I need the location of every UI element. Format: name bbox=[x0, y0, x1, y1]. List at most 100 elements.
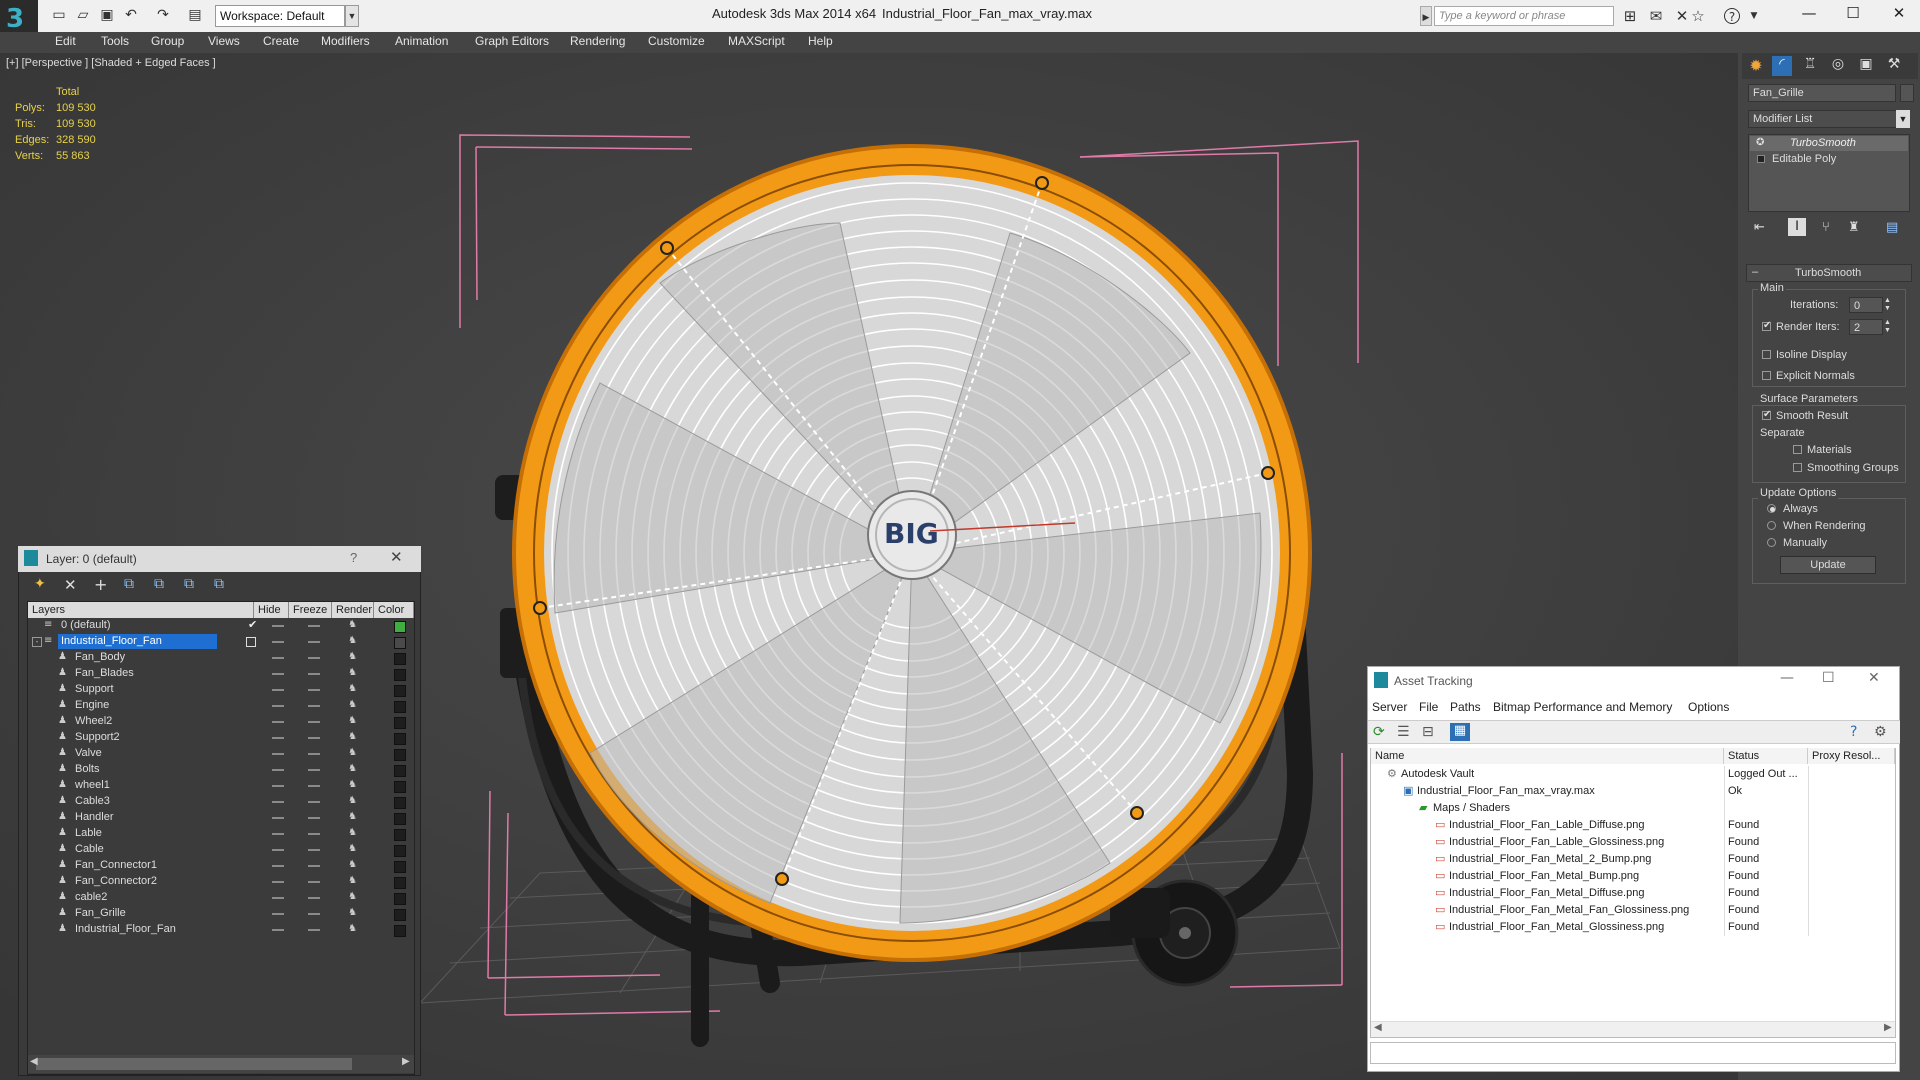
layer-row[interactable]: ♟ cable2 ♞ bbox=[28, 890, 414, 906]
layer-close-button[interactable]: ✕ bbox=[390, 548, 403, 566]
asset-menu-paths[interactable]: Paths bbox=[1450, 700, 1481, 714]
layer-color-swatch[interactable] bbox=[394, 717, 406, 729]
menu-graph-editors[interactable]: Graph Editors bbox=[475, 34, 549, 48]
layer-row[interactable]: ♟ Handler ♞ bbox=[28, 810, 414, 826]
layer-name[interactable]: Cable3 bbox=[72, 794, 110, 809]
show-end-result-icon[interactable]: Ⅰ bbox=[1788, 218, 1806, 236]
menu-group[interactable]: Group bbox=[151, 34, 184, 48]
layer-row[interactable]: ♟ Fan_Grille ♞ bbox=[28, 906, 414, 922]
table-view-icon[interactable]: ▦ bbox=[1450, 723, 1470, 741]
render-teapot-icon[interactable]: ♞ bbox=[348, 844, 358, 854]
hide-toggle[interactable] bbox=[272, 817, 284, 819]
add-to-layer-icon[interactable]: + bbox=[94, 575, 107, 594]
hide-toggle[interactable] bbox=[272, 737, 284, 739]
hide-toggle[interactable] bbox=[272, 721, 284, 723]
menu-tools[interactable]: Tools bbox=[101, 34, 129, 48]
layer-color-swatch[interactable] bbox=[394, 637, 406, 649]
render-iters-spinner[interactable]: 2 bbox=[1849, 319, 1883, 335]
layer-color-swatch[interactable] bbox=[394, 877, 406, 889]
layer-color-swatch[interactable] bbox=[394, 909, 406, 921]
layer-name[interactable]: Bolts bbox=[72, 762, 99, 777]
set-current-layer-box[interactable] bbox=[246, 637, 256, 647]
scroll-left-icon[interactable]: ◀ bbox=[1374, 1022, 1382, 1033]
freeze-toggle[interactable] bbox=[308, 673, 320, 675]
asset-row[interactable]: ⚙ Autodesk Vault Logged Out ... bbox=[1371, 766, 1895, 783]
render-teapot-icon[interactable]: ♞ bbox=[348, 876, 358, 886]
asset-maximize-button[interactable]: ☐ bbox=[1822, 670, 1835, 686]
create-tab-icon[interactable]: ✹ bbox=[1746, 56, 1766, 76]
render-teapot-icon[interactable]: ♞ bbox=[348, 636, 358, 646]
freeze-toggle[interactable] bbox=[308, 641, 320, 643]
layer-row[interactable]: ♟ Industrial_Floor_Fan ♞ bbox=[28, 922, 414, 938]
layer-color-swatch[interactable] bbox=[394, 669, 406, 681]
freeze-toggle[interactable] bbox=[308, 689, 320, 691]
freeze-toggle[interactable] bbox=[308, 929, 320, 931]
asset-menu-server[interactable]: Server bbox=[1372, 700, 1407, 714]
asset-path-field[interactable] bbox=[1370, 1042, 1896, 1064]
layer-name[interactable]: Fan_Connector2 bbox=[72, 874, 157, 889]
hide-toggle[interactable] bbox=[272, 769, 284, 771]
layer-color-swatch[interactable] bbox=[394, 621, 406, 633]
menu-animation[interactable]: Animation bbox=[395, 34, 448, 48]
layer-name[interactable]: Industrial_Floor_Fan bbox=[72, 922, 176, 937]
workspace-dropdown[interactable]: Workspace: Default bbox=[215, 5, 345, 27]
make-unique-icon[interactable]: ⑂ bbox=[1822, 220, 1830, 235]
favorites-star-icon[interactable]: ☆ bbox=[1688, 6, 1708, 26]
hide-toggle[interactable] bbox=[272, 865, 284, 867]
help-dropdown-icon[interactable]: ▼ bbox=[1744, 6, 1764, 26]
freeze-unfreeze-all-icon[interactable]: ⧉ bbox=[214, 576, 224, 592]
asset-row[interactable]: ▭ Industrial_Floor_Fan_Metal_Glossiness.p… bbox=[1371, 919, 1895, 936]
freeze-toggle[interactable] bbox=[308, 769, 320, 771]
scrollbar-thumb[interactable] bbox=[36, 1058, 352, 1070]
asset-row[interactable]: ▭ Industrial_Floor_Fan_Lable_Diffuse.png F… bbox=[1371, 817, 1895, 834]
render-iters-checkbox[interactable] bbox=[1762, 320, 1771, 331]
delete-layer-icon[interactable]: ✕ bbox=[64, 576, 77, 594]
render-teapot-icon[interactable]: ♞ bbox=[348, 652, 358, 662]
layer-name[interactable]: 0 (default) bbox=[58, 618, 111, 633]
freeze-toggle[interactable] bbox=[308, 721, 320, 723]
configure-modifier-sets-icon[interactable]: ▤ bbox=[1886, 220, 1898, 235]
chevron-down-icon[interactable]: ▼ bbox=[1896, 110, 1910, 128]
layer-color-swatch[interactable] bbox=[394, 685, 406, 697]
layer-color-swatch[interactable] bbox=[394, 813, 406, 825]
hide-unhide-all-icon[interactable]: ⧉ bbox=[184, 576, 194, 592]
layer-color-swatch[interactable] bbox=[394, 701, 406, 713]
name-column-header[interactable]: Name bbox=[1371, 748, 1724, 764]
asset-row[interactable]: ▣ Industrial_Floor_Fan_max_vray.max Ok bbox=[1371, 783, 1895, 800]
freeze-toggle[interactable] bbox=[308, 801, 320, 803]
modify-tab-icon[interactable]: ◜ bbox=[1772, 56, 1792, 76]
minimize-button[interactable]: — bbox=[1786, 0, 1832, 28]
freeze-toggle[interactable] bbox=[308, 817, 320, 819]
layer-name[interactable]: wheel1 bbox=[72, 778, 110, 793]
render-teapot-icon[interactable]: ♞ bbox=[348, 668, 358, 678]
project-folder-icon[interactable]: ▤ bbox=[186, 6, 204, 24]
save-file-icon[interactable]: ▣ bbox=[98, 6, 116, 24]
layer-row[interactable]: ♟ Support ♞ bbox=[28, 682, 414, 698]
motion-tab-icon[interactable]: ◎ bbox=[1828, 56, 1848, 76]
render-teapot-icon[interactable]: ♞ bbox=[348, 716, 358, 726]
hide-toggle[interactable] bbox=[272, 833, 284, 835]
layer-name[interactable]: Support bbox=[72, 682, 114, 697]
hide-column-header[interactable]: Hide bbox=[254, 602, 289, 618]
current-layer-check-icon[interactable]: ✔ bbox=[248, 618, 257, 631]
layer-name[interactable]: Engine bbox=[72, 698, 109, 713]
iterations-spinner[interactable]: 0 bbox=[1849, 297, 1883, 313]
freeze-column-header[interactable]: Freeze bbox=[289, 602, 332, 618]
freeze-toggle[interactable] bbox=[308, 785, 320, 787]
layer-row[interactable]: ♟ Lable ♞ bbox=[28, 826, 414, 842]
freeze-toggle[interactable] bbox=[308, 625, 320, 627]
asset-help-icon[interactable]: ? bbox=[1850, 724, 1857, 740]
layer-name[interactable]: Fan_Grille bbox=[72, 906, 126, 921]
layer-color-swatch[interactable] bbox=[394, 861, 406, 873]
hide-toggle[interactable] bbox=[272, 641, 284, 643]
layer-color-swatch[interactable] bbox=[394, 733, 406, 745]
hide-toggle[interactable] bbox=[272, 753, 284, 755]
asset-menu-bitmap-performance[interactable]: Bitmap Performance and Memory bbox=[1493, 700, 1672, 714]
freeze-toggle[interactable] bbox=[308, 913, 320, 915]
manually-radio[interactable] bbox=[1767, 538, 1776, 547]
help-icon[interactable]: ? bbox=[1724, 8, 1740, 24]
render-teapot-icon[interactable]: ♞ bbox=[348, 748, 358, 758]
layer-color-swatch[interactable] bbox=[394, 797, 406, 809]
hierarchy-tab-icon[interactable]: ♖ bbox=[1800, 56, 1820, 76]
menu-rendering[interactable]: Rendering bbox=[570, 34, 625, 48]
